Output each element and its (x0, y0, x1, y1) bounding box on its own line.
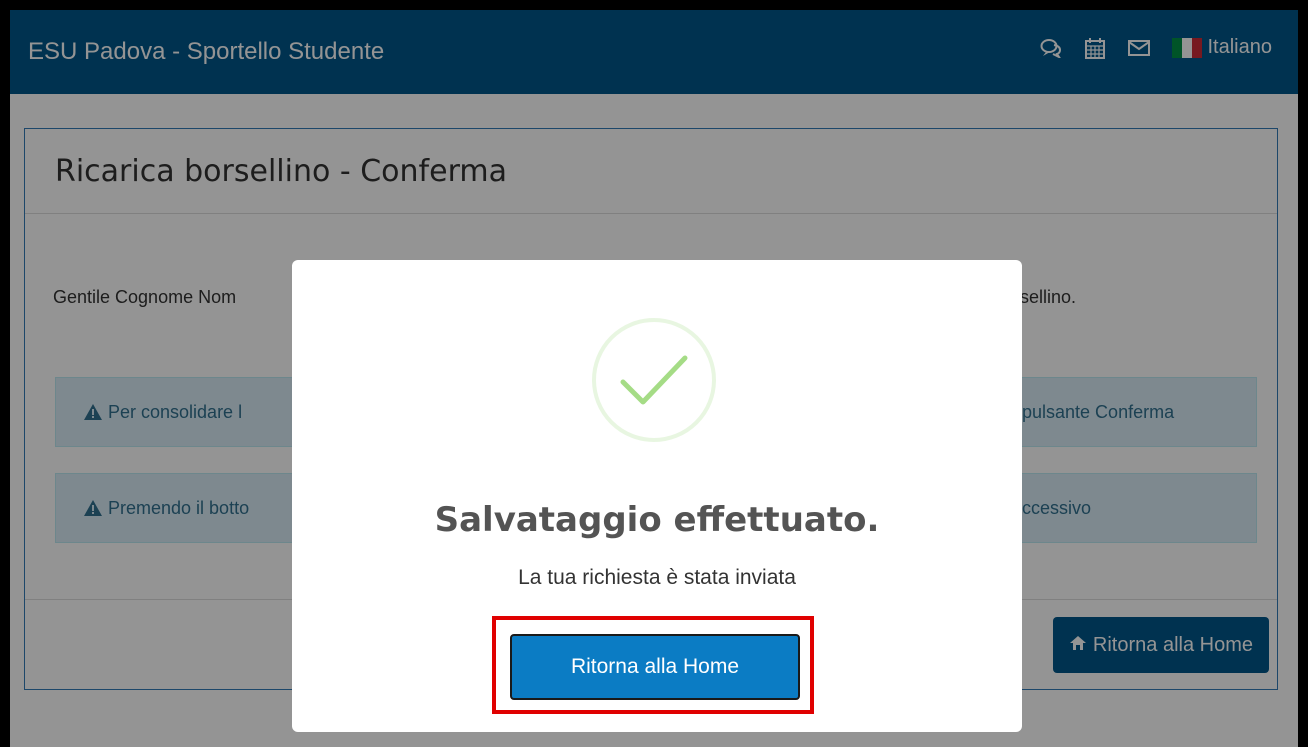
success-check-icon (592, 318, 716, 442)
dialog-title: Salvataggio effettuato. (434, 500, 880, 540)
browser-viewport: ESU Padova - Sportello Studente Italiano… (10, 10, 1298, 747)
success-dialog: Salvataggio effettuato. La tua richiesta… (292, 260, 1022, 732)
dialog-message: La tua richiesta è stata inviata (518, 566, 796, 589)
highlight-box: Ritorna alla Home (492, 616, 814, 714)
dialog-return-home-button[interactable]: Ritorna alla Home (510, 634, 800, 700)
